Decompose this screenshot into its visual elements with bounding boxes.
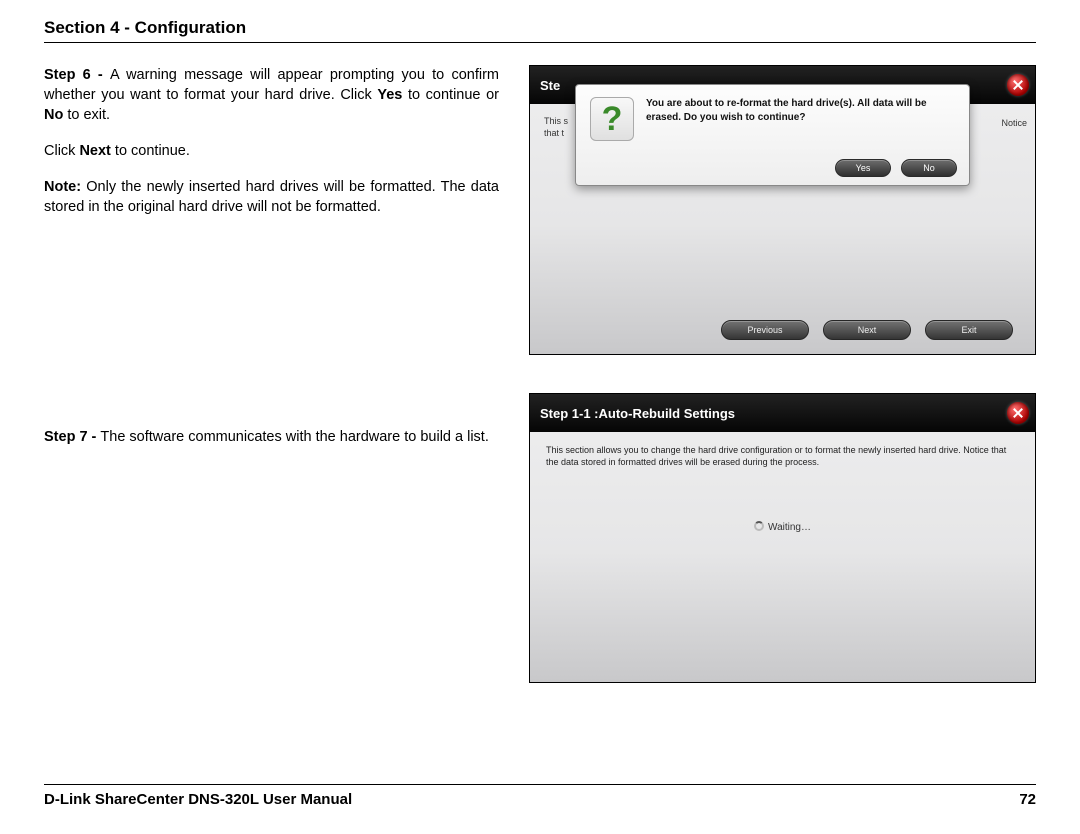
exit-button[interactable]: Exit xyxy=(925,320,1013,340)
question-icon: ? xyxy=(590,97,634,141)
next-button[interactable]: Next xyxy=(823,320,911,340)
close-icon-2[interactable] xyxy=(1007,402,1029,424)
step7-body: The software communicates with the hardw… xyxy=(100,429,488,445)
wizard-title-2: Step 1-1 :Auto-Rebuild Settings xyxy=(540,406,735,421)
close-icon[interactable] xyxy=(1007,74,1029,96)
screenshot-step6: Ste This s that t Notice ? You are about… xyxy=(529,65,1036,355)
step6-label: Step 6 - xyxy=(44,67,110,83)
yes-button[interactable]: Yes xyxy=(835,159,891,177)
yes-word: Yes xyxy=(377,87,402,103)
note-paragraph: Note: Only the newly inserted hard drive… xyxy=(44,177,499,217)
click-next-tail: to continue. xyxy=(111,143,190,159)
wizard-title-fragment: Ste xyxy=(540,78,560,93)
previous-button[interactable]: Previous xyxy=(721,320,809,340)
step7-paragraph: Step 7 - The software communicates with … xyxy=(44,427,499,447)
step6-paragraph: Step 6 - A warning message will appear p… xyxy=(44,65,499,125)
no-word: No xyxy=(44,107,63,123)
screenshot-step7: Step 1-1 :Auto-Rebuild Settings This sec… xyxy=(529,393,1036,683)
spinner-icon xyxy=(754,521,764,531)
step6-tail: to continue or xyxy=(402,87,499,103)
next-word: Next xyxy=(79,143,110,159)
bg-line1: This s xyxy=(544,116,568,128)
waiting-indicator: Waiting… xyxy=(530,522,1035,533)
step6-tail2: to exit. xyxy=(63,107,110,123)
click-next-line: Click Next to continue. xyxy=(44,141,499,161)
waiting-text: Waiting… xyxy=(768,522,811,533)
wizard-description: This section allows you to change the ha… xyxy=(530,432,1035,468)
click-next-prefix: Click xyxy=(44,143,79,159)
background-text: This s that t xyxy=(544,116,568,139)
section-header: Section 4 - Configuration xyxy=(44,18,1036,43)
note-label: Note: xyxy=(44,179,81,195)
no-button[interactable]: No xyxy=(901,159,957,177)
format-confirm-dialog: ? You are about to re-format the hard dr… xyxy=(575,84,970,186)
footer-manual-name: D-Link ShareCenter DNS-320L User Manual xyxy=(44,791,352,808)
step7-label: Step 7 - xyxy=(44,429,100,445)
instruction-column: Step 6 - A warning message will appear p… xyxy=(44,65,499,683)
footer-page-number: 72 xyxy=(1019,791,1036,808)
bg-line2: that t xyxy=(544,128,568,140)
wizard-titlebar-2: Step 1-1 :Auto-Rebuild Settings xyxy=(530,394,1035,432)
notice-label: Notice xyxy=(1001,118,1027,128)
note-body: Only the newly inserted hard drives will… xyxy=(44,179,499,215)
